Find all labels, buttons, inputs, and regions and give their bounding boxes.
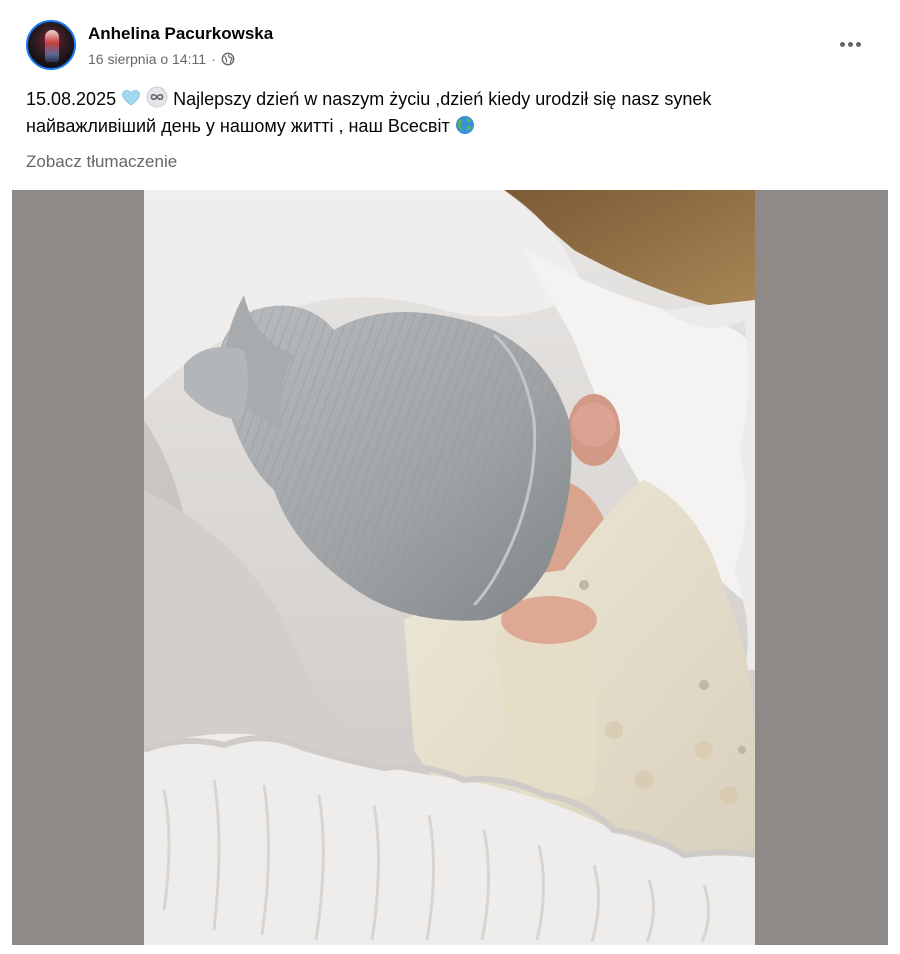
see-translation-link[interactable]: Zobacz tłumaczenie [26, 152, 177, 172]
post-timestamp[interactable]: 16 sierpnia o 14:11 [88, 51, 206, 67]
meta-separator: · [211, 51, 216, 67]
avatar-figure [45, 30, 59, 62]
post-text-main: Najlepszy dzień w naszym życiu ,dzień ki… [173, 89, 712, 109]
infinity-icon [146, 86, 168, 108]
post-text-line-1: 15.08.2025 Najlepszy dzień w naszym życi… [26, 86, 876, 113]
post-text-ukrainian: найважливіший день у нашому житті , наш … [26, 116, 450, 136]
globe-icon [221, 52, 235, 66]
post-media[interactable] [12, 190, 888, 945]
post-header: Anhelina Pacurkowska 16 sierpnia o 14:11… [26, 20, 876, 76]
post-text-line-2: найважливіший день у нашому житті , наш … [26, 113, 876, 140]
post-photo[interactable] [144, 190, 755, 945]
facebook-post: Anhelina Pacurkowska 16 sierpnia o 14:11… [0, 0, 900, 954]
post-text: 15.08.2025 Najlepszy dzień w naszym życi… [26, 86, 876, 140]
more-options-button[interactable] [834, 30, 866, 58]
globe-earth-icon [455, 116, 474, 134]
post-meta: 16 sierpnia o 14:11 · [88, 51, 235, 67]
more-horizontal-icon [839, 41, 845, 47]
baby-photo-illustration [144, 190, 755, 945]
light-blue-heart-icon [122, 90, 141, 106]
author-name[interactable]: Anhelina Pacurkowska [88, 24, 273, 44]
post-date-text: 15.08.2025 [26, 89, 117, 109]
author-avatar[interactable] [26, 20, 76, 70]
